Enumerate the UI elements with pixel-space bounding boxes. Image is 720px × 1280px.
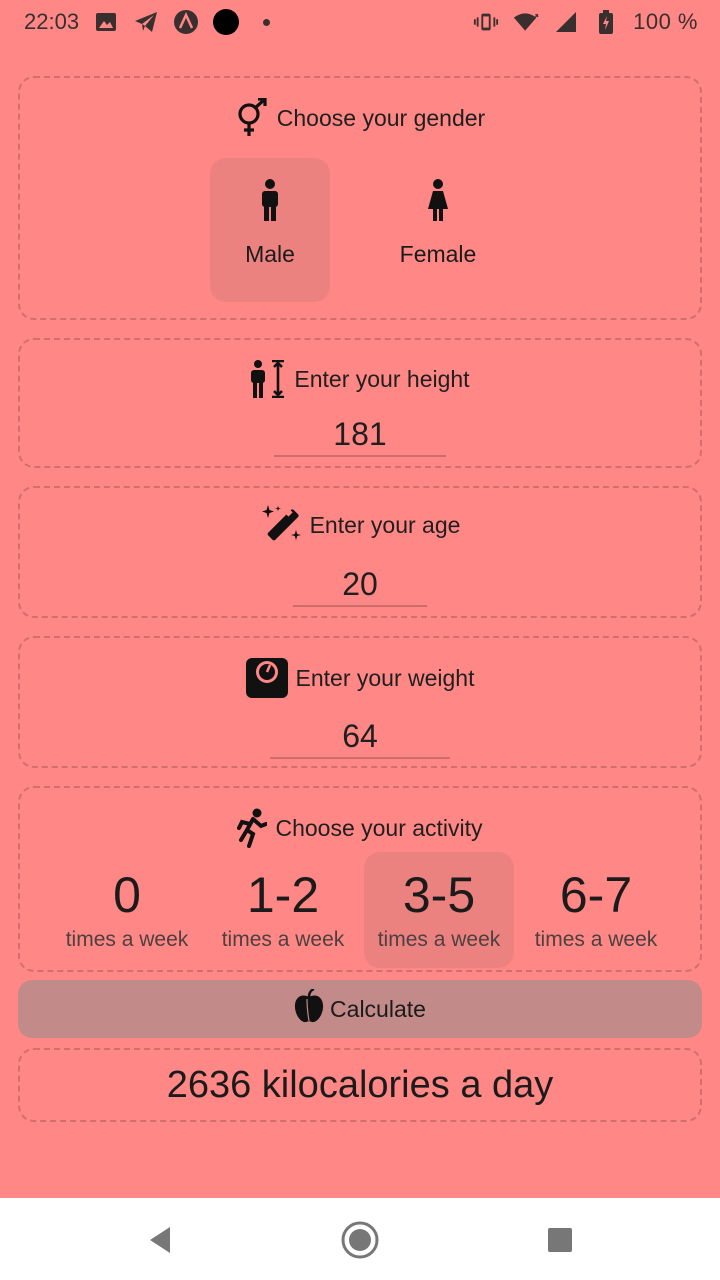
magic-wand-icon <box>260 504 302 546</box>
navigation-bar <box>0 1198 720 1280</box>
activity-option-3-5[interactable]: 3-5 times a week <box>364 852 514 968</box>
weight-card: Enter your weight 64 <box>18 636 702 768</box>
age-input[interactable]: 20 <box>293 566 427 607</box>
gender-icon <box>235 98 269 138</box>
image-icon <box>93 9 119 35</box>
activity-label: times a week <box>534 928 658 951</box>
activity-count: 6-7 <box>559 867 633 923</box>
vibrate-icon <box>473 9 499 35</box>
age-card: Enter your age 20 <box>18 486 702 618</box>
record-dot-icon <box>213 9 240 35</box>
scale-icon <box>245 658 288 698</box>
activity-card: Choose your activity 0 times a week 1-2 … <box>18 786 702 972</box>
gender-card: Choose your gender Male Female <box>18 76 702 320</box>
activity-option-0[interactable]: 0 times a week <box>52 852 202 968</box>
activity-label: times a week <box>65 928 189 951</box>
home-circle-icon <box>341 1221 379 1259</box>
calculate-button[interactable]: Calculate <box>18 980 702 1038</box>
activity-count: 1-2 <box>246 867 320 923</box>
running-icon <box>237 808 268 848</box>
battery-level: 100 % <box>633 9 698 34</box>
wifi-icon <box>513 9 539 35</box>
female-option[interactable]: Female <box>378 158 498 302</box>
gender-title: Choose your gender <box>276 104 486 131</box>
back-button[interactable] <box>140 1220 180 1260</box>
male-label: Male <box>245 241 295 267</box>
female-icon <box>427 179 449 227</box>
female-label: Female <box>399 241 477 267</box>
gender-title-row: Choose your gender <box>20 98 700 138</box>
activity-label: times a week <box>221 928 345 951</box>
male-icon <box>261 179 279 227</box>
height-card: Enter your height 181 <box>18 338 702 468</box>
clock: 22:03 <box>24 9 80 34</box>
status-bar-right: 100 % <box>473 9 698 35</box>
more-dot-icon <box>253 9 279 35</box>
result-text: 2636 kilocalories a day <box>166 1064 554 1106</box>
weight-title-row: Enter your weight <box>20 658 700 698</box>
activity-count: 0 <box>113 867 141 923</box>
height-title-row: Enter your height <box>20 360 700 398</box>
male-option[interactable]: Male <box>210 158 330 302</box>
height-input[interactable]: 181 <box>274 416 446 457</box>
arc-icon <box>173 9 199 35</box>
activity-option-1-2[interactable]: 1-2 times a week <box>208 852 358 968</box>
activity-option-6-7[interactable]: 6-7 times a week <box>521 852 671 968</box>
recents-button[interactable] <box>540 1220 580 1260</box>
signal-icon <box>553 9 579 35</box>
activity-count: 3-5 <box>402 867 476 923</box>
result-card: 2636 kilocalories a day <box>18 1048 702 1122</box>
activity-title: Choose your activity <box>275 814 483 841</box>
weight-input[interactable]: 64 <box>270 718 450 759</box>
activity-label: times a week <box>377 928 501 951</box>
status-bar: 22:03 100 % <box>0 0 720 44</box>
battery-icon <box>593 9 619 35</box>
calculate-label: Calculate <box>330 995 426 1022</box>
height-icon <box>250 360 286 398</box>
apple-icon <box>294 987 324 1029</box>
age-title-row: Enter your age <box>20 504 700 546</box>
age-title: Enter your age <box>309 511 461 538</box>
weight-title: Enter your weight <box>295 664 475 691</box>
back-triangle-icon <box>150 1227 170 1253</box>
recents-square-icon <box>548 1228 572 1252</box>
status-bar-left: 22:03 <box>24 9 279 35</box>
height-title: Enter your height <box>294 365 470 392</box>
activity-title-row: Choose your activity <box>20 808 700 848</box>
telegram-icon <box>133 9 159 35</box>
home-button[interactable] <box>338 1218 382 1262</box>
